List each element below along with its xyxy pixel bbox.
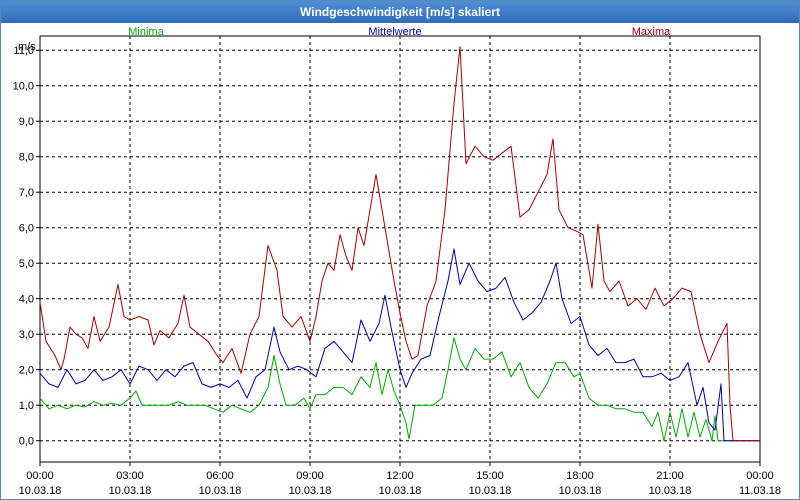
series-lines (39, 46, 760, 442)
y-tick-label: 0,0 (19, 436, 34, 448)
y-tick-label: 5,0 (19, 258, 34, 270)
legend-item-mittelwerte: Mittelwerte (368, 26, 421, 38)
y-tick-label: 10,0 (13, 81, 34, 93)
x-axis-ticks: 00:00 10.03.18 03:00 10.03.18 06:00 10.03.18 0… (19, 462, 781, 497)
y-tick-label: 11,0 (13, 45, 34, 57)
y-axis-ticks: 11,0 10,0 9,0 8,0 7,0 6,0 5,0 4,0 3,0 2,0 1,0 0,0 (13, 45, 40, 448)
x-tick-date-label: 10.03.18 (19, 485, 62, 497)
x-tick-time-label: 00:00 (746, 470, 774, 482)
x-tick-time-label: 21:00 (656, 470, 684, 482)
wind-speed-chart: m/s 11,010,09,08,07,06,05,04,03,02,01,00… (13, 26, 781, 497)
x-tick-time-label: 18:00 (566, 470, 594, 482)
x-tick-date-label: 10.03.18 (559, 485, 602, 497)
y-tick-label: 6,0 (19, 223, 34, 235)
x-tick-date-label: 10.03.18 (649, 485, 692, 497)
y-tick-label: 2,0 (19, 365, 34, 377)
y-tick-label: 9,0 (19, 116, 34, 128)
x-tick-date-label: 11.03.18 (739, 485, 781, 497)
y-tick-label: 7,0 (19, 187, 34, 199)
y-tick-label: 8,0 (19, 152, 34, 164)
x-tick-date-label: 10.03.18 (199, 485, 242, 497)
x-tick-time-label: 00:00 (26, 470, 54, 482)
grid-lines (40, 36, 760, 462)
legend-item-minima: Minima (128, 26, 164, 38)
legend-item-maxima: Maxima (632, 26, 671, 38)
x-tick-date-label: 10.03.18 (469, 485, 512, 497)
x-tick-time-label: 06:00 (206, 470, 234, 482)
y-tick-label: 4,0 (19, 294, 34, 306)
y-tick-label: 1,0 (19, 400, 34, 412)
x-tick-date-label: 10.03.18 (289, 485, 332, 497)
series-line-maxima (39, 46, 760, 442)
x-tick-time-label: 09:00 (296, 470, 324, 482)
x-tick-time-label: 15:00 (476, 470, 504, 482)
series-line-minima (39, 337, 760, 442)
y-tick-label: 3,0 (19, 329, 34, 341)
x-tick-time-label: 12:00 (386, 470, 414, 482)
x-tick-date-label: 10.03.18 (379, 485, 422, 497)
x-tick-date-label: 10.03.18 (109, 485, 152, 497)
x-tick-time-label: 03:00 (116, 470, 144, 482)
